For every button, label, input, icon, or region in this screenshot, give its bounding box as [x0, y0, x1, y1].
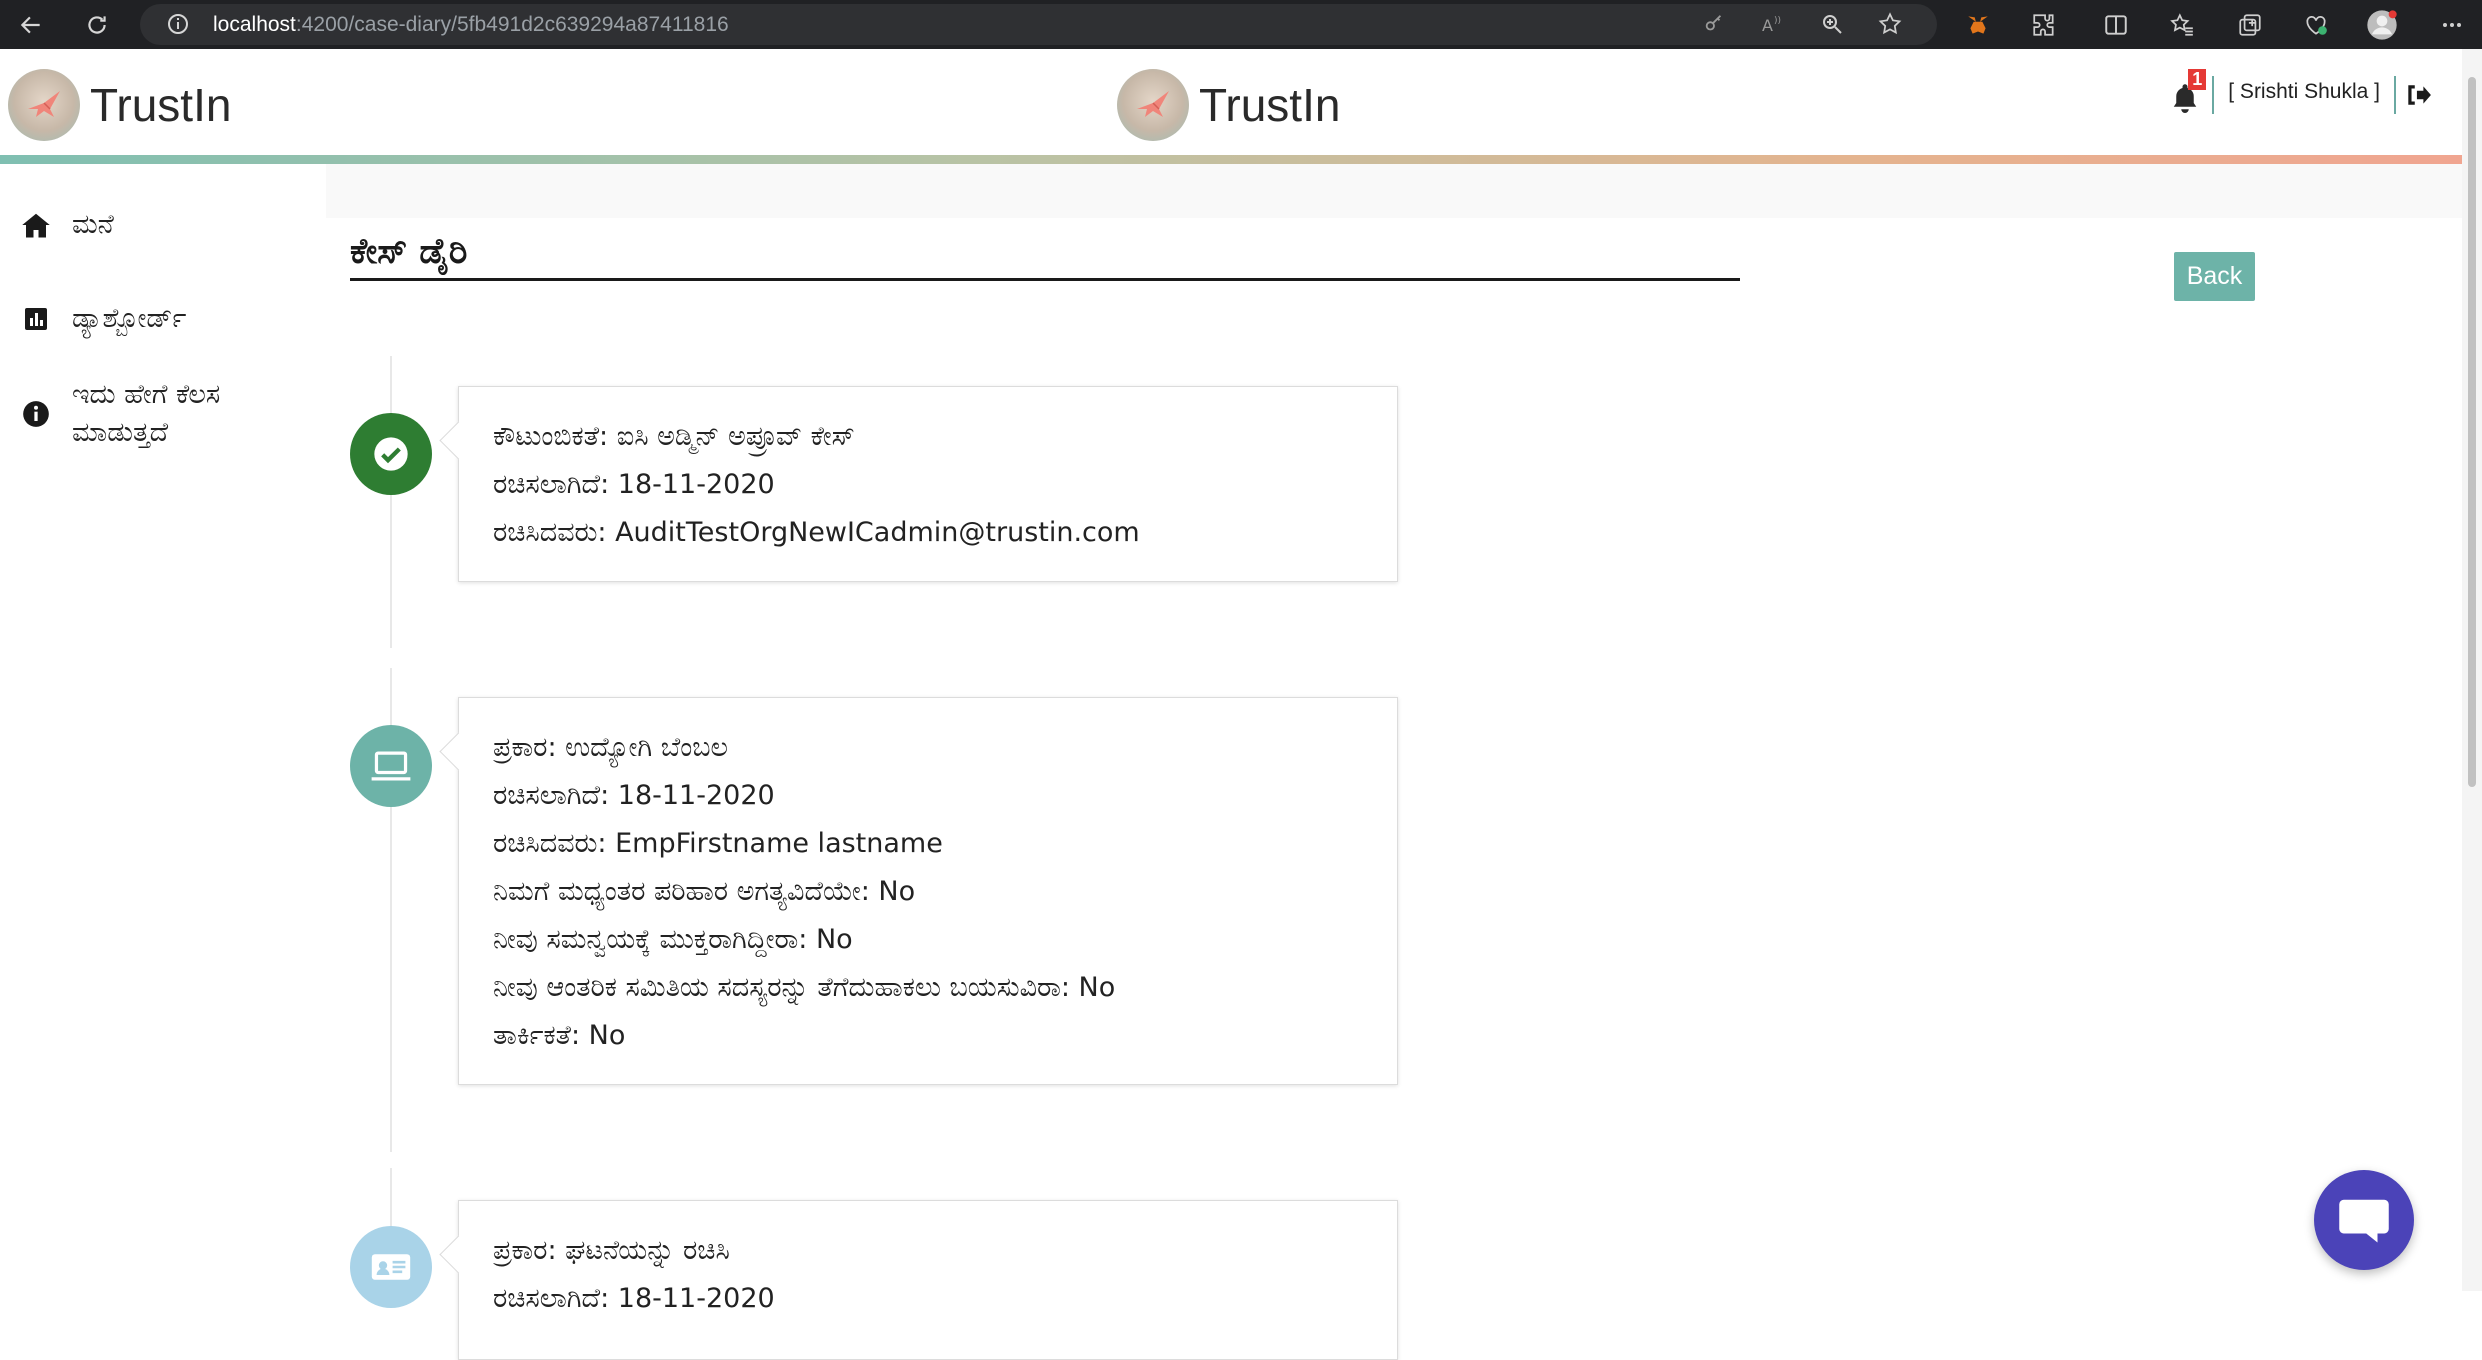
timeline-row: ರಚಿಸಿದವರು: AuditTestOrgNewICadmin@trusti…	[493, 517, 1140, 548]
laptop-icon	[371, 751, 411, 781]
favorites-icon[interactable]	[2166, 9, 2198, 41]
content-top-band	[326, 164, 2462, 218]
timeline-card: ಪ್ರಕಾರ: ಉದ್ಯೋಗಿ ಬೆಂಬಲ ರಚಿಸಲಾಗಿದೆ: 18-11-…	[458, 697, 1398, 1085]
chat-widget-button[interactable]	[2314, 1170, 2414, 1270]
address-bar[interactable]: localhost:4200/case-diary/5fb491d2c63929…	[140, 4, 1937, 45]
sidebar-item-home[interactable]: ಮನೆ	[20, 206, 114, 244]
timeline-row: ಪ್ರಕಾರ: ಉದ್ಯೋಗಿ ಬೆಂಬಲ	[493, 732, 728, 763]
browser-toolbar: localhost:4200/case-diary/5fb491d2c63929…	[0, 0, 2482, 49]
metamask-extension-icon[interactable]	[1962, 9, 1994, 41]
timeline-row: ರಚಿಸಲಾಗಿದೆ: 18-11-2020	[493, 780, 775, 811]
svg-text:A: A	[1762, 16, 1773, 35]
sidebar-item-dashboard[interactable]: ಡ್ಯಾಶ್ಬೋರ್ಡ್	[20, 300, 186, 338]
timeline-node-create-incident	[350, 1226, 432, 1308]
chat-icon	[2339, 1199, 2389, 1243]
timeline-row: ಪ್ರಕಾರ: ಘಟನೆಯನ್ನು ರಚಿಸಿ	[493, 1235, 730, 1266]
trustin-logo-icon	[8, 69, 80, 141]
timeline-node-approved	[350, 413, 432, 495]
timeline-row: ಕೌಟುಂಬಿಕತೆ: ಐಸಿ ಅಡ್ಮಿನ್ ಅಪ್ರೂವ್ ಕೇಸ್	[493, 421, 855, 452]
sidebar-item-label: ಮನೆ	[72, 209, 114, 240]
brand-center[interactable]: TrustIn	[1117, 69, 1340, 141]
id-card-icon	[371, 1254, 411, 1280]
sidebar-item-how-it-works[interactable]: ಇದು ಹೇಗೆ ಕೆಲಸ ಮಾಡುತ್ತದೆ	[20, 376, 282, 452]
info-icon	[20, 398, 52, 430]
back-button[interactable]: Back	[2174, 252, 2255, 301]
sidebar-item-label: ಇದು ಹೇಗೆ ಕೆಲಸ ಮಾಡುತ್ತದೆ	[72, 379, 221, 448]
url-text: localhost:4200/case-diary/5fb491d2c63929…	[213, 13, 729, 37]
timeline-row: ನೀವು ಸಮನ್ವಯಕ್ಕೆ ಮುಕ್ತರಾಗಿದ್ದೀರಾ: No	[493, 924, 853, 955]
timeline-row: ತಾರ್ಕಿಕತೆ: No	[493, 1020, 626, 1051]
zoom-icon[interactable]	[1816, 8, 1848, 40]
header-actions: 1 [ Srishti Shukla ]	[2168, 69, 2440, 115]
notification-badge: 1	[2188, 69, 2207, 90]
timeline-row: ನಿಮಗೆ ಮಧ್ಯಂತರ ಪರಿಹಾರ ಅಗತ್ಯವಿದೆಯೇ: No	[493, 876, 916, 907]
timeline-row: ನೀವು ಆಂತರಿಕ ಸಮಿತಿಯ ಸದಸ್ಯರನ್ನು ತೆಗೆದುಹಾಕಲ…	[493, 972, 1116, 1003]
browser-essentials-icon[interactable]	[2300, 9, 2332, 41]
timeline-row: ರಚಿಸಲಾಗಿದೆ: 18-11-2020	[493, 469, 775, 500]
scrollbar-thumb[interactable]	[2468, 77, 2476, 787]
check-circle-icon	[374, 437, 408, 471]
sidebar-item-label: ಡ್ಯಾಶ್ಬೋರ್ಡ್	[72, 303, 187, 334]
brand-left[interactable]: TrustIn	[8, 69, 231, 141]
brand-name: TrustIn	[90, 79, 232, 131]
notifications-button[interactable]: 1	[2168, 69, 2208, 115]
key-icon[interactable]	[1698, 8, 1730, 40]
read-aloud-icon[interactable]: A))	[1756, 8, 1788, 40]
logout-button[interactable]	[2396, 76, 2440, 114]
split-screen-icon[interactable]	[2100, 9, 2132, 41]
page-title: ಕೇಸ್ ಡೈರಿ	[350, 232, 1740, 281]
more-menu-icon[interactable]	[2436, 9, 2468, 41]
site-info-icon[interactable]	[162, 8, 194, 40]
back-arrow-icon[interactable]	[14, 8, 48, 42]
profile-avatar-icon[interactable]	[2366, 9, 2398, 41]
timeline-row: ರಚಿಸಿದವರು: EmpFirstname lastname	[493, 828, 943, 859]
timeline-card: ಕೌಟುಂಬಿಕತೆ: ಐಸಿ ಅಡ್ಮಿನ್ ಅಪ್ರೂವ್ ಕೇಸ್ ರಚಿ…	[458, 386, 1398, 582]
url-host: localhost	[213, 13, 296, 36]
app-header: TrustIn TrustIn 1 [ Srishti Shukla ]	[0, 49, 2462, 155]
reload-icon[interactable]	[80, 8, 114, 42]
user-name[interactable]: [ Srishti Shukla ]	[2212, 76, 2396, 114]
favorite-star-icon[interactable]	[1874, 8, 1906, 40]
header-accent-line	[0, 155, 2462, 164]
url-path: :4200/case-diary/5fb491d2c639294a8741181…	[295, 13, 729, 36]
home-icon	[20, 209, 52, 241]
extensions-icon[interactable]	[2028, 9, 2060, 41]
timeline-row: ರಚಿಸಲಾಗಿದೆ: 18-11-2020	[493, 1283, 775, 1314]
brand-name-center: TrustIn	[1199, 79, 1341, 131]
svg-text:)): ))	[1774, 16, 1781, 26]
collections-icon[interactable]	[2234, 9, 2266, 41]
page-scrollbar[interactable]	[2462, 49, 2482, 1291]
trustin-logo-icon	[1117, 69, 1189, 141]
timeline-node-employee-support	[350, 725, 432, 807]
timeline-card: ಪ್ರಕಾರ: ಘಟನೆಯನ್ನು ರಚಿಸಿ ರಚಿಸಲಾಗಿದೆ: 18-1…	[458, 1200, 1398, 1360]
timeline-connector	[390, 356, 392, 648]
bar-chart-icon	[20, 303, 52, 335]
logout-icon	[2408, 85, 2431, 105]
